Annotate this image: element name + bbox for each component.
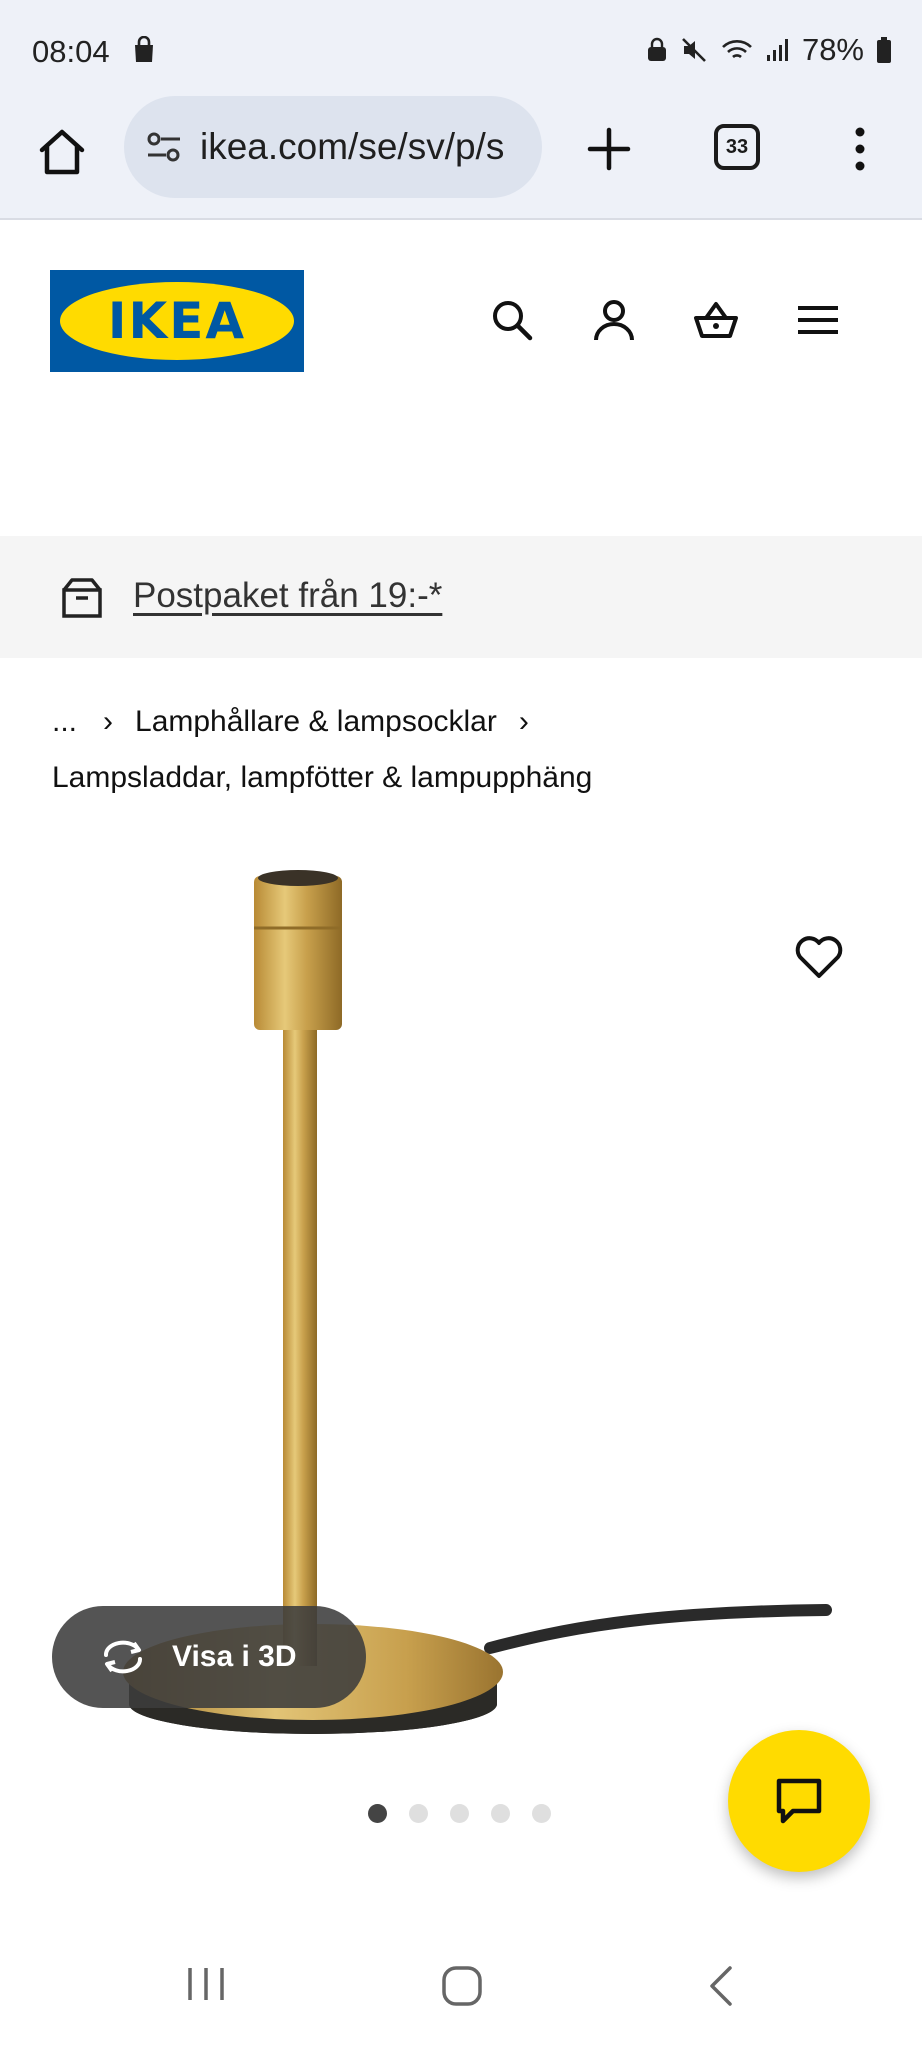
home-nav-icon[interactable] xyxy=(440,1964,484,2008)
breadcrumb: ... › Lamphållare & lampsocklar › Lampsladd… xyxy=(52,694,872,806)
parcel-icon xyxy=(62,578,102,618)
carousel-dot[interactable] xyxy=(450,1804,469,1823)
tab-switcher-button[interactable]: 33 xyxy=(714,124,760,170)
lamp-socket-lower xyxy=(254,924,342,1030)
home-icon[interactable] xyxy=(36,126,88,178)
hamburger-icon[interactable] xyxy=(794,296,842,344)
breadcrumb-separator: › xyxy=(103,705,114,738)
carousel-dot[interactable] xyxy=(491,1804,510,1823)
view-in-3d-label: Visa i 3D xyxy=(172,1640,297,1673)
system-navigation-bar xyxy=(0,1920,922,2048)
mute-icon xyxy=(682,38,706,62)
status-bar: 08:04 78% xyxy=(0,0,922,96)
cart-icon[interactable] xyxy=(692,296,740,344)
breadcrumb-ellipsis[interactable]: ... xyxy=(52,705,77,738)
carousel-dot[interactable] xyxy=(409,1804,428,1823)
wifi-icon xyxy=(722,40,752,59)
logo-text: IKEA xyxy=(107,292,247,350)
user-icon[interactable] xyxy=(590,296,638,344)
view-in-3d-button[interactable]: Visa i 3D xyxy=(52,1606,366,1708)
lock-icon xyxy=(647,37,666,61)
chat-button[interactable] xyxy=(728,1730,870,1872)
shopping-bag-icon xyxy=(135,36,153,62)
promo-banner: Postpaket från 19:-* xyxy=(0,536,922,658)
battery-level: 78% xyxy=(801,32,864,67)
status-time: 08:04 xyxy=(32,34,110,69)
ikea-logo[interactable]: IKEA xyxy=(50,270,304,372)
carousel-dot[interactable] xyxy=(532,1804,551,1823)
browser-menu-icon[interactable] xyxy=(846,124,874,174)
address-bar[interactable]: ikea.com/se/sv/p/s xyxy=(124,96,542,198)
site-settings-icon[interactable] xyxy=(144,127,184,167)
breadcrumb-item[interactable]: Lampsladdar, lampfötter & lampupphäng xyxy=(52,761,592,794)
status-indicators: 78% xyxy=(646,32,892,68)
rotate-3d-icon xyxy=(104,1640,142,1674)
breadcrumb-separator: › xyxy=(518,705,529,738)
carousel-indicator xyxy=(368,1804,551,1823)
browser-toolbar: ikea.com/se/sv/p/s 33 xyxy=(0,96,922,220)
back-nav-icon[interactable] xyxy=(706,1964,736,2008)
chat-icon xyxy=(776,1778,822,1824)
ikea-logo-oval: IKEA xyxy=(60,282,294,360)
breadcrumb-item[interactable]: Lamphållare & lampsocklar xyxy=(135,705,497,738)
url-text[interactable]: ikea.com/se/sv/p/s xyxy=(200,126,504,168)
heart-icon[interactable] xyxy=(794,934,844,980)
signal-icon xyxy=(766,39,788,61)
power-cord xyxy=(484,1604,832,1654)
recent-apps-icon[interactable] xyxy=(184,1964,228,2004)
promo-link[interactable]: Postpaket från 19:-* xyxy=(133,576,442,616)
new-tab-icon[interactable] xyxy=(584,124,634,174)
lamp-stem xyxy=(283,1020,317,1666)
search-icon[interactable] xyxy=(488,296,536,344)
carousel-dot-active[interactable] xyxy=(368,1804,387,1823)
battery-icon xyxy=(877,37,891,63)
